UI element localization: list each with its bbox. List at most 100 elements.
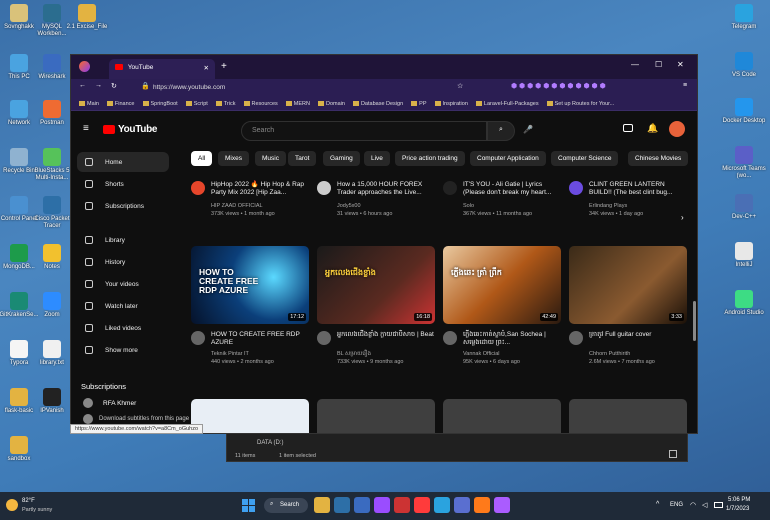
bookmark-database-design[interactable]: Database Design — [352, 101, 403, 107]
bookmark-pp[interactable]: PP — [411, 101, 427, 107]
channel-avatar[interactable] — [317, 181, 331, 195]
maximize-icon[interactable]: ☐ — [655, 60, 662, 69]
sidebar-item-home[interactable]: Home — [77, 152, 169, 172]
opera-gx-taskbar-icon[interactable] — [394, 497, 410, 513]
close-window-icon[interactable]: ✕ — [677, 60, 684, 69]
channel-name[interactable]: Erlindang Plays — [589, 203, 697, 210]
chip-computer-application[interactable]: Computer Application — [470, 151, 546, 166]
channel-avatar[interactable] — [191, 331, 205, 345]
desktop-icon-bluestacks-5-multi-insta[interactable]: BlueStacks 5 Multi-Insta... — [28, 148, 76, 182]
channel-name[interactable]: Teknik Pintar IT — [211, 351, 321, 358]
store-taskbar-icon[interactable] — [454, 497, 470, 513]
chip-tarot[interactable]: Tarot — [288, 151, 317, 166]
video-title[interactable]: ភ្លើងឆេះកាត់ស្លាបំ,San Sochea | សម្លេងដោ… — [463, 331, 563, 347]
terminal-taskbar-icon[interactable] — [354, 497, 370, 513]
bookmark-mern[interactable]: MERN — [285, 101, 310, 107]
bookmark-resources[interactable]: Resources — [243, 101, 278, 107]
channel-name[interactable]: BL សម្រាយរឿង — [337, 351, 447, 358]
chip-chinese-movies[interactable]: Chinese Movies — [628, 151, 689, 166]
channel-name[interactable]: Jody5x00 — [337, 203, 447, 210]
channel-name[interactable]: Vannak Official — [463, 351, 573, 358]
bookmark-laravel-full-packages[interactable]: Laravel-Full-Packages — [475, 101, 539, 107]
mic-icon[interactable]: 🎤 — [523, 125, 533, 134]
desktop-icon-intellij[interactable]: IntelliJ — [720, 242, 768, 269]
language-indicator[interactable]: ENG — [670, 502, 683, 508]
video-title[interactable]: ត្រាតូវ Full guitar cover — [589, 331, 689, 339]
chip-mixes[interactable]: Mixes — [218, 151, 249, 166]
firefox-taskbar-icon[interactable] — [474, 497, 490, 513]
sidebar-item-history[interactable]: History — [77, 252, 169, 272]
drive-label[interactable]: DATA (D:) — [257, 440, 283, 446]
start-button[interactable] — [242, 499, 255, 512]
extensions-icon[interactable]: ⬢ ⬢ ⬢ ⬢ ⬢ ⬢ ⬢ ⬢ ⬢ ⬢ ⬢ ⬢ — [511, 82, 606, 90]
channel-name[interactable]: Chhorn Putthirith — [589, 351, 697, 358]
desktop-icon-dev-c[interactable]: Dev-C++ — [720, 194, 768, 221]
chip-computer-science[interactable]: Computer Science — [551, 151, 619, 166]
bookmark-main[interactable]: Main — [79, 101, 99, 107]
search-button[interactable]: ⌕ — [487, 121, 515, 141]
video-title[interactable]: អ្នកលេងជើងខ្លាំង ក្លាយជាបិសាច | Beat — [337, 331, 437, 339]
back-icon[interactable]: ← — [79, 82, 86, 89]
desktop-icon-ipvanish[interactable]: IPVanish — [28, 388, 76, 415]
browser-taskbar-icon[interactable] — [494, 497, 510, 513]
bookmark-domain[interactable]: Domain — [318, 101, 345, 107]
clock-time[interactable]: 5:06 PM — [728, 497, 750, 503]
edge-taskbar-icon[interactable] — [434, 497, 450, 513]
hamburger-icon[interactable]: ≡ — [83, 123, 89, 134]
desktop-icon-microsoft-teams-wo[interactable]: Microsoft Teams (wo... — [720, 146, 768, 180]
file-explorer-window[interactable]: DATA (D:) 11 items 1 item selected — [226, 430, 688, 462]
sidebar-item-watch-later[interactable]: Watch later — [77, 296, 169, 316]
youtube-logo[interactable]: YouTube — [103, 124, 158, 135]
video-title[interactable]: How a 15,000 HOUR FOREX Trader approache… — [337, 181, 437, 197]
channel-avatar[interactable] — [569, 331, 583, 345]
sidebar-item-shorts[interactable]: Shorts — [77, 174, 169, 194]
bookmark-set-up-routes-for-your[interactable]: Set up Routes for Your... — [546, 101, 614, 107]
video-title[interactable]: HipHop 2022 🔥 Hip Hop & Rap Party Mix 20… — [211, 181, 311, 197]
network-icon[interactable]: ◠ — [690, 501, 696, 509]
desktop-icon-postman[interactable]: Postman — [28, 100, 76, 127]
video-thumbnail[interactable]: 3:33 — [569, 246, 687, 324]
scrollbar[interactable] — [693, 301, 696, 341]
channel-avatar[interactable] — [569, 181, 583, 195]
clock-date[interactable]: 1/7/2023 — [726, 506, 749, 512]
mysql-taskbar-icon[interactable] — [334, 497, 350, 513]
sub-item-rfa-khmer[interactable]: RFA Khmer — [83, 398, 136, 408]
tab-youtube[interactable]: YouTube ✕ — [109, 59, 215, 79]
video-thumbnail[interactable]: HOW TO CREATE FREE RDP AZURE 17:12 — [191, 246, 309, 324]
new-tab-button[interactable]: + — [221, 61, 227, 72]
tray-chevron-icon[interactable]: ^ — [656, 501, 659, 508]
channel-name[interactable]: Solo — [463, 203, 573, 210]
video-thumbnail[interactable]: ភ្លើងឆេះ ត្រាំ ព្រឹក 42:49 — [443, 246, 561, 324]
channel-avatar[interactable] — [317, 331, 331, 345]
bookmark-inspiration[interactable]: Inspiration — [434, 101, 468, 107]
desktop-icon-wireshark[interactable]: Wireshark — [28, 54, 76, 81]
video-title[interactable]: HOW TO CREATE FREE RDP AZURE — [211, 331, 311, 347]
chip-price-action-trading[interactable]: Price action trading — [395, 151, 465, 166]
sidebar-item-show-more[interactable]: Show more — [77, 340, 169, 360]
desktop-icon-cisco-packet-tracer[interactable]: Cisco Packet Tracer — [28, 196, 76, 230]
sidebar-item-subscriptions[interactable]: Subscriptions — [77, 196, 169, 216]
minimize-icon[interactable]: — — [631, 60, 639, 69]
channel-avatar[interactable] — [443, 181, 457, 195]
video-title[interactable]: CLINT GREEN LANTERN BUILD!! (The best cl… — [589, 181, 689, 197]
desktop-icon-sandbox[interactable]: sandbox — [0, 436, 43, 463]
desktop-icon-telegram[interactable]: Telegram — [720, 4, 768, 31]
desktop-icon-vs-code[interactable]: VS Code — [720, 52, 768, 79]
chip-gaming[interactable]: Gaming — [323, 151, 360, 166]
bookmark-script[interactable]: Script — [185, 101, 208, 107]
desktop-icon-docker-desktop[interactable]: Docker Desktop — [720, 98, 768, 125]
menu-icon[interactable]: ≡ — [683, 82, 687, 89]
desktop-icon-library-txt[interactable]: library.txt — [28, 340, 76, 367]
reload-icon[interactable]: ↻ — [111, 82, 117, 90]
vs-taskbar-icon[interactable] — [374, 497, 390, 513]
bookmark-star-icon[interactable]: ☆ — [457, 82, 463, 90]
volume-icon[interactable]: ◁ — [702, 501, 707, 509]
taskbar-search[interactable]: ⌕ Search — [264, 498, 308, 513]
create-icon[interactable] — [623, 124, 633, 132]
weather-temp[interactable]: 82°F — [22, 498, 35, 504]
forward-icon[interactable]: → — [95, 82, 102, 89]
desktop-icon-zoom[interactable]: Zoom — [28, 292, 76, 319]
sidebar-item-your-videos[interactable]: Your videos — [77, 274, 169, 294]
chip-all[interactable]: All — [191, 151, 213, 166]
browser-window[interactable]: YouTube ✕ + — ☐ ✕ ← → ↻ 🔒 https://www.yo… — [70, 54, 698, 434]
